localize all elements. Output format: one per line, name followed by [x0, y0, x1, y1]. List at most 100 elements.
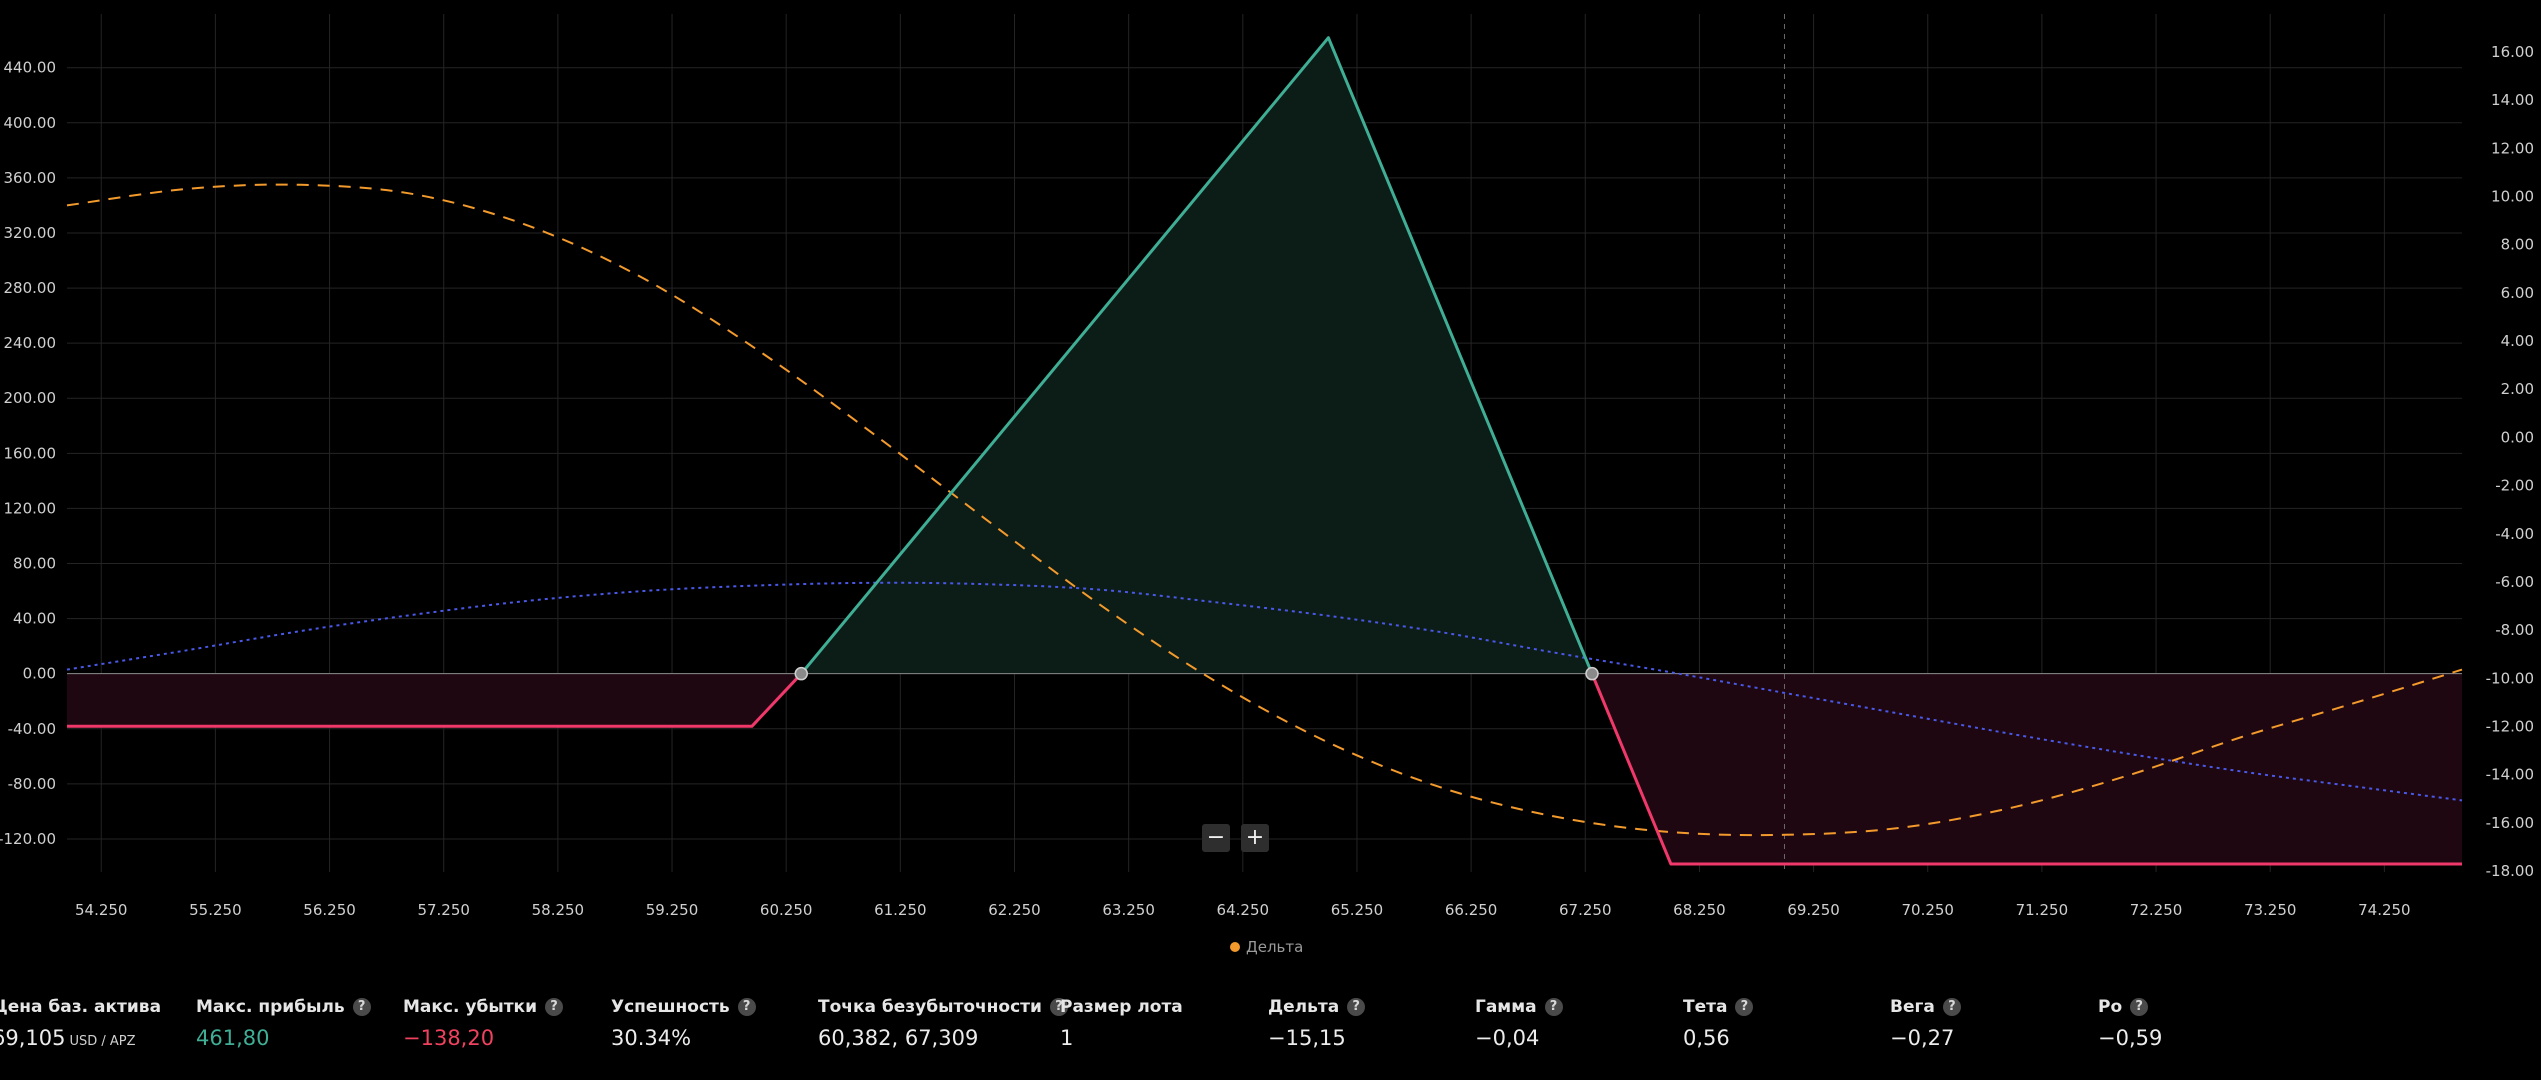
help-icon[interactable]: ? — [737, 998, 756, 1016]
right-y-tick-label: 8.00 — [2501, 236, 2534, 254]
stat-value: −0,59 — [2098, 1026, 2163, 1050]
x-tick-label: 54.250 — [75, 901, 128, 919]
right-y-tick-label: 10.00 — [2491, 188, 2534, 206]
stat-value: 60,382, 67,309 — [818, 1026, 979, 1050]
x-tick-label: 56.250 — [303, 901, 356, 919]
right-y-tick-label: -16.00 — [2486, 814, 2534, 832]
options-payoff-view: 54.250 55.250 56.250 57.250 58.250 59.250 60.2… — [0, 0, 2541, 1080]
loss-area-left — [67, 673, 802, 727]
x-tick-label: 63.250 — [1102, 901, 1155, 919]
stat-lot-size: Размер лота 1 — [1060, 994, 1183, 1050]
left-y-tick-label: 40.00 — [13, 610, 56, 628]
stat-label: Точка безубыточности — [818, 997, 1042, 1017]
stat-label: Макс. прибыль — [196, 997, 345, 1017]
x-tick-label: 74.250 — [2358, 901, 2411, 919]
help-icon[interactable]: ? — [545, 998, 564, 1016]
delta-legend-label: Дельта — [1246, 938, 1304, 956]
stat-value: −138,20 — [403, 1026, 495, 1050]
help-icon[interactable]: ? — [1735, 998, 1754, 1016]
stat-value: 0,56 — [1683, 1026, 1730, 1050]
help-icon[interactable]: ? — [1942, 998, 1961, 1016]
stat-max-profit: Макс. прибыль? 461,80 — [196, 994, 371, 1050]
left-y-tick-label: 400.00 — [4, 114, 57, 132]
x-tick-label: 68.250 — [1673, 901, 1726, 919]
stat-theta: Тета? 0,56 — [1683, 994, 1754, 1050]
x-tick-label: 65.250 — [1331, 901, 1384, 919]
right-y-tick-label: 6.00 — [2501, 284, 2534, 302]
right-y-tick-label: -12.00 — [2486, 717, 2534, 735]
right-y-tick-label: -18.00 — [2486, 862, 2534, 880]
left-y-tick-label: 440.00 — [4, 59, 57, 77]
left-y-tick-label: 240.00 — [4, 334, 57, 352]
stat-success-rate: Успешность? 30.34% — [611, 994, 756, 1050]
stat-label: Дельта — [1268, 997, 1340, 1017]
strategy-stats-bar: Цена баз. актива 69,105USD / APZ Макс. п… — [0, 994, 2541, 1064]
x-tick-label: 62.250 — [988, 901, 1041, 919]
right-y-tick-label: -6.00 — [2495, 573, 2534, 591]
stat-gamma: Гамма? −0,04 — [1475, 994, 1563, 1050]
left-y-tick-label: 160.00 — [4, 444, 57, 462]
stat-label: Цена баз. актива — [0, 997, 162, 1017]
x-tick-label: 70.250 — [1901, 901, 1954, 919]
zoom-out-button[interactable]: − — [1202, 824, 1230, 852]
profit-area — [801, 37, 1592, 674]
help-icon[interactable]: ? — [352, 998, 371, 1016]
left-y-tick-label: 280.00 — [4, 279, 57, 297]
right-y-tick-label: -14.00 — [2486, 766, 2534, 784]
right-y-tick-label: 14.00 — [2491, 91, 2534, 109]
x-tick-label: 64.250 — [1217, 901, 1270, 919]
left-y-tick-label: 320.00 — [4, 224, 57, 242]
left-y-tick-label: -120.00 — [0, 830, 56, 848]
stat-label: Ро — [2098, 997, 2123, 1017]
stat-rho: Ро? −0,59 — [2098, 994, 2162, 1050]
right-y-tick-label: 16.00 — [2491, 43, 2534, 61]
right-y-tick-label: -10.00 — [2486, 669, 2534, 687]
right-y-tick-label: 2.00 — [2501, 380, 2534, 398]
x-tick-label: 67.250 — [1559, 901, 1612, 919]
stat-label: Макс. убытки — [403, 997, 538, 1017]
left-y-tick-label: 120.00 — [4, 499, 57, 517]
help-icon[interactable]: ? — [2130, 998, 2149, 1016]
stat-value: 30.34% — [611, 1026, 692, 1050]
x-tick-label: 60.250 — [760, 901, 813, 919]
right-y-tick-label: -2.00 — [2495, 477, 2534, 495]
stat-value: 69,105 — [0, 1026, 66, 1050]
x-tick-label: 73.250 — [2244, 901, 2297, 919]
stat-label: Успешность — [611, 997, 730, 1017]
x-tick-label: 72.250 — [2130, 901, 2183, 919]
stat-value: 1 — [1060, 1026, 1074, 1050]
breakeven-marker — [1585, 666, 1599, 681]
stat-label: Размер лота — [1060, 997, 1183, 1017]
delta-legend-dot — [1230, 942, 1240, 952]
x-tick-label: 57.250 — [417, 901, 470, 919]
stat-label: Тета — [1683, 997, 1728, 1017]
help-icon[interactable]: ? — [1347, 998, 1366, 1016]
x-tick-label: 59.250 — [646, 901, 699, 919]
x-tick-label: 66.250 — [1445, 901, 1498, 919]
left-y-tick-label: -40.00 — [8, 720, 56, 738]
right-y-tick-label: -4.00 — [2495, 525, 2534, 543]
stat-vega: Вега? −0,27 — [1890, 994, 1961, 1050]
stat-value: −0,27 — [1890, 1026, 1955, 1050]
breakeven-marker — [794, 666, 809, 681]
stat-label: Вега — [1890, 997, 1935, 1017]
left-y-tick-label: 80.00 — [13, 555, 56, 573]
x-tick-label: 69.250 — [1787, 901, 1840, 919]
x-tick-label: 71.250 — [2016, 901, 2069, 919]
chart-legend[interactable]: Дельта — [1230, 938, 1303, 956]
x-tick-label: 58.250 — [532, 901, 585, 919]
right-y-tick-label: -8.00 — [2495, 621, 2534, 639]
stat-value: −15,15 — [1268, 1026, 1346, 1050]
help-icon[interactable]: ? — [1544, 998, 1563, 1016]
stat-label: Гамма — [1475, 997, 1537, 1017]
payoff-chart[interactable]: 54.250 55.250 56.250 57.250 58.250 59.250 60.2… — [0, 0, 2541, 960]
x-tick-label: 55.250 — [189, 901, 242, 919]
left-y-tick-label: 200.00 — [4, 389, 57, 407]
left-y-tick-label: 360.00 — [4, 169, 57, 187]
stat-delta: Дельта? −15,15 — [1268, 994, 1366, 1050]
left-y-tick-label: 0.00 — [23, 665, 56, 683]
zoom-in-button[interactable]: + — [1241, 824, 1269, 852]
stat-max-loss: Макс. убытки? −138,20 — [403, 994, 564, 1050]
stat-underlying-price: Цена баз. актива 69,105USD / APZ — [0, 994, 161, 1050]
x-tick-label: 61.250 — [874, 901, 927, 919]
